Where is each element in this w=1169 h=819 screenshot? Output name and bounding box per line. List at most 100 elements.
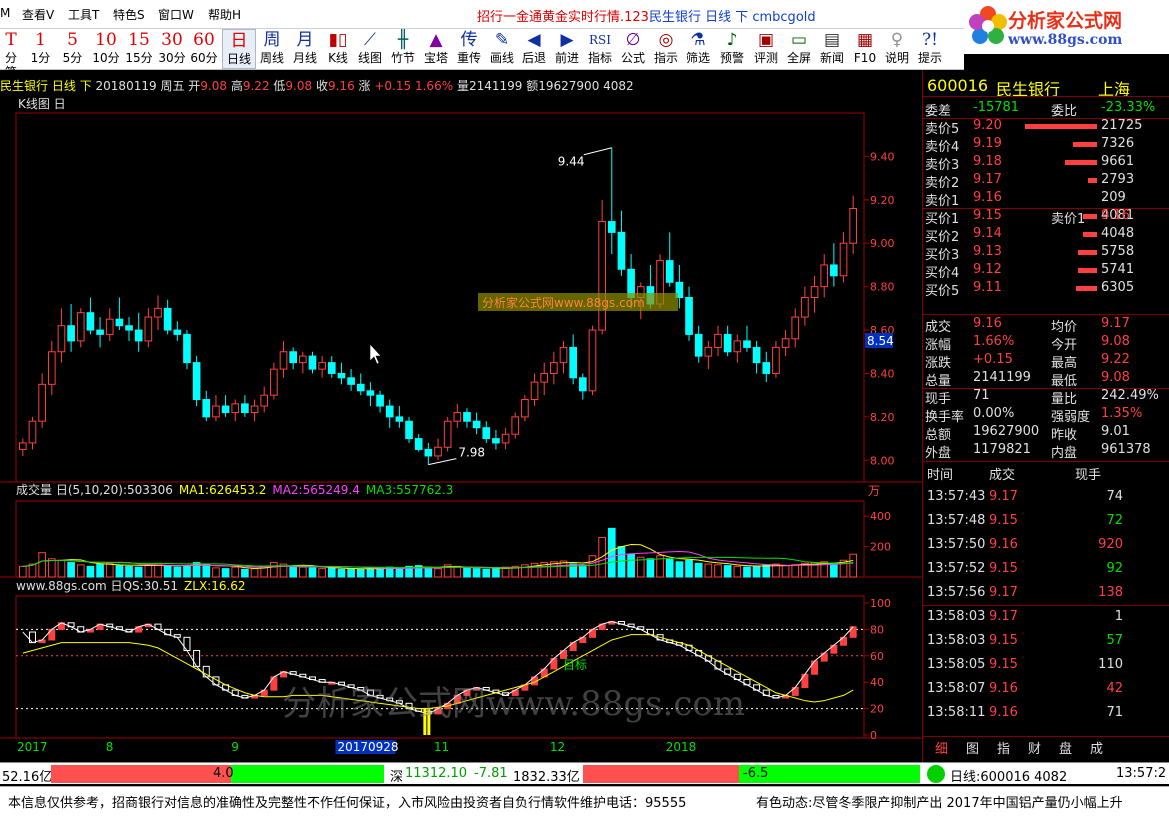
scrolling-news[interactable]: 有色动态:尽管冬季限产抑制产出 2017年中国铝产量仍小幅上升 (756, 792, 1123, 811)
menu-item-help[interactable]: 帮助H (208, 6, 241, 23)
tick-row: 13:57:50 9.16 920 (923, 534, 1169, 558)
toolbar-button-2[interactable]: 5 5分 (57, 29, 88, 69)
toolbar-button-13[interactable]: ▲ 宝塔 (418, 29, 454, 69)
toolbar-button-15[interactable]: ✎ 画线 (485, 29, 519, 69)
toolbar-icon-11: ⟋ (364, 30, 376, 50)
toolbar-button-5[interactable]: 30 30分 (155, 29, 189, 69)
tick-volume: 57 (1106, 633, 1123, 648)
candle (511, 416, 520, 435)
toolbar-button-26[interactable]: ▦ F10 (848, 29, 882, 69)
stat-row: 换手率 0.00% 强弱度 1.35% (923, 406, 1169, 425)
orderbook-row[interactable]: 买价3 9.13 5758 (923, 244, 1169, 263)
orderbook-row[interactable]: 卖价4 9.19 7326 (923, 136, 1169, 155)
orderbook-row[interactable]: 卖价3 9.18 9661 (923, 154, 1169, 173)
toolbar-label-9: 月线 (292, 51, 317, 65)
toolbar-button-20[interactable]: ◎ 指示 (650, 29, 682, 69)
candle (743, 340, 751, 348)
menu-item-view[interactable]: 查看V (22, 6, 54, 23)
toolbar-button-10[interactable]: ▮▯ K线 (321, 29, 355, 69)
volume-bar (356, 568, 365, 578)
ma3-value: 557762.3 (396, 483, 453, 497)
tick-time: 13:57:50 (927, 537, 986, 552)
toolbar-button-18[interactable]: RSI 指标 (583, 29, 617, 69)
orderbook-row[interactable]: 卖价5 9.20 21725 (923, 118, 1169, 137)
panel-tab-1[interactable]: 图 (966, 738, 979, 757)
toolbar-button-9[interactable]: 月月线 (288, 29, 322, 69)
orderbook-row[interactable]: 买价4 9.12 5741 (923, 262, 1169, 281)
x-axis-label: 9 (231, 740, 239, 754)
chart-area[interactable]: K线图 日 9.409.209.008.808.608.408.208.00 9… (0, 93, 922, 762)
toolbar-button-23[interactable]: ▣ 评测 (749, 29, 783, 69)
toolbar-label-15: 画线 (489, 51, 514, 65)
panel-tab-5[interactable]: 成 (1090, 738, 1103, 757)
tick-volume: 72 (1106, 513, 1123, 528)
orderbook-label: 买价5 (925, 284, 960, 299)
toolbar-label-16: 后退 (521, 51, 546, 65)
candle (569, 346, 578, 379)
toolbar-button-17[interactable]: ▶ 前进 (550, 29, 584, 69)
tick-price: 9.16 (989, 681, 1018, 696)
toolbar-label-8: 周线 (259, 51, 284, 65)
toolbar-button-22[interactable]: ♪ 预警 (715, 29, 749, 69)
stock-code: 600016 (927, 76, 989, 95)
toolbar-icon-15: ✎ (494, 30, 510, 50)
panel-tab-0[interactable]: 细 (935, 738, 948, 757)
volume-bar (472, 568, 481, 578)
toolbar-icon-28: ?! (922, 30, 938, 50)
panel-tab-4[interactable]: 盘 (1059, 738, 1072, 757)
volume-current: :503306 (123, 483, 173, 497)
toolbar-button-25[interactable]: ▤ 新闻 (815, 29, 849, 69)
candle (762, 362, 771, 374)
tick-time: 13:57:48 (927, 513, 986, 528)
volume-bar (743, 566, 751, 578)
toolbar-button-21[interactable]: ⚗ 筛选 (681, 29, 715, 69)
menu-item-m[interactable]: M (0, 6, 10, 20)
menu-item-tools[interactable]: 工具T (68, 6, 99, 23)
orderbook-row[interactable]: 买价2 9.14 4048 (923, 226, 1169, 245)
volume-bar (463, 567, 471, 578)
candle (366, 390, 375, 396)
candle (105, 318, 114, 335)
tick-price: 9.15 (989, 633, 1018, 648)
toolbar-icon-1: 1 (35, 30, 46, 50)
toolbar-button-11[interactable]: ⟋ 线图 (352, 29, 388, 69)
kline-y-tick-label: 9.20 (870, 194, 895, 207)
toolbar-button-4[interactable]: 15 15分 (122, 29, 156, 69)
toolbar-button-28[interactable]: ?! 提示 (913, 29, 947, 69)
toolbar-button-3[interactable]: 10 10分 (89, 29, 123, 69)
orderbook-row[interactable]: 卖价2 9.17 2793 (923, 172, 1169, 191)
toolbar-button-7[interactable]: 日日线 (222, 29, 256, 69)
toolbar-button-24[interactable]: ▭ 全屏 (783, 29, 815, 69)
tick-time: 13:58:03 (927, 633, 986, 648)
orderbook-price: 9.17 (973, 172, 1002, 187)
panel-tab-3[interactable]: 财 (1028, 738, 1041, 757)
candle (231, 403, 240, 414)
toolbar-button-27[interactable]: ♀ 说明 (882, 29, 912, 69)
toolbar-button-6[interactable]: 60 60分 (187, 29, 221, 69)
toolbar-button-14[interactable]: 传重传 (453, 29, 485, 69)
stat-label: 涨跌 (925, 356, 952, 371)
toolbar-label-19: 公式 (620, 51, 645, 65)
ticker-red-text: 招行一金通黄金实时行情.123 (477, 10, 649, 25)
toolbar-button-8[interactable]: 周周线 (255, 29, 289, 69)
panel-tab-2[interactable]: 指 (997, 738, 1010, 757)
candle (250, 405, 259, 414)
volume-bar (270, 562, 278, 578)
stat-value: 1179821 (973, 442, 1031, 457)
orderbook-row[interactable]: 买价5 9.11 6305 (923, 280, 1169, 299)
orderbook-price: 9.15 (973, 208, 1002, 223)
ma1-label: MA1: (179, 483, 209, 497)
toolbar-button-16[interactable]: ◀ 后退 (518, 29, 550, 69)
news-ticker[interactable]: 招行一金通黄金实时行情.123民生银行 日线 下 cmbcgold (477, 6, 816, 25)
tick-volume: 92 (1106, 561, 1123, 576)
toolbar-button-1[interactable]: 1 1分 (25, 29, 56, 69)
menu-item-features[interactable]: 特色S (113, 6, 145, 23)
low-marker-line (428, 458, 457, 466)
toolbar-button-12[interactable]: ╫ 竹节 (387, 29, 419, 69)
toolbar-button-0[interactable]: T 分笔 (0, 29, 22, 79)
toolbar-button-19[interactable]: ∅ 公式 (616, 29, 650, 69)
menu-item-window[interactable]: 窗口W (158, 6, 194, 23)
orderbook-row[interactable]: 卖价1 9.16 209 (923, 190, 1169, 209)
candle (299, 355, 307, 364)
x-axis-labels: 2017 8 9 20170928 11 12 2018 (17, 740, 696, 754)
